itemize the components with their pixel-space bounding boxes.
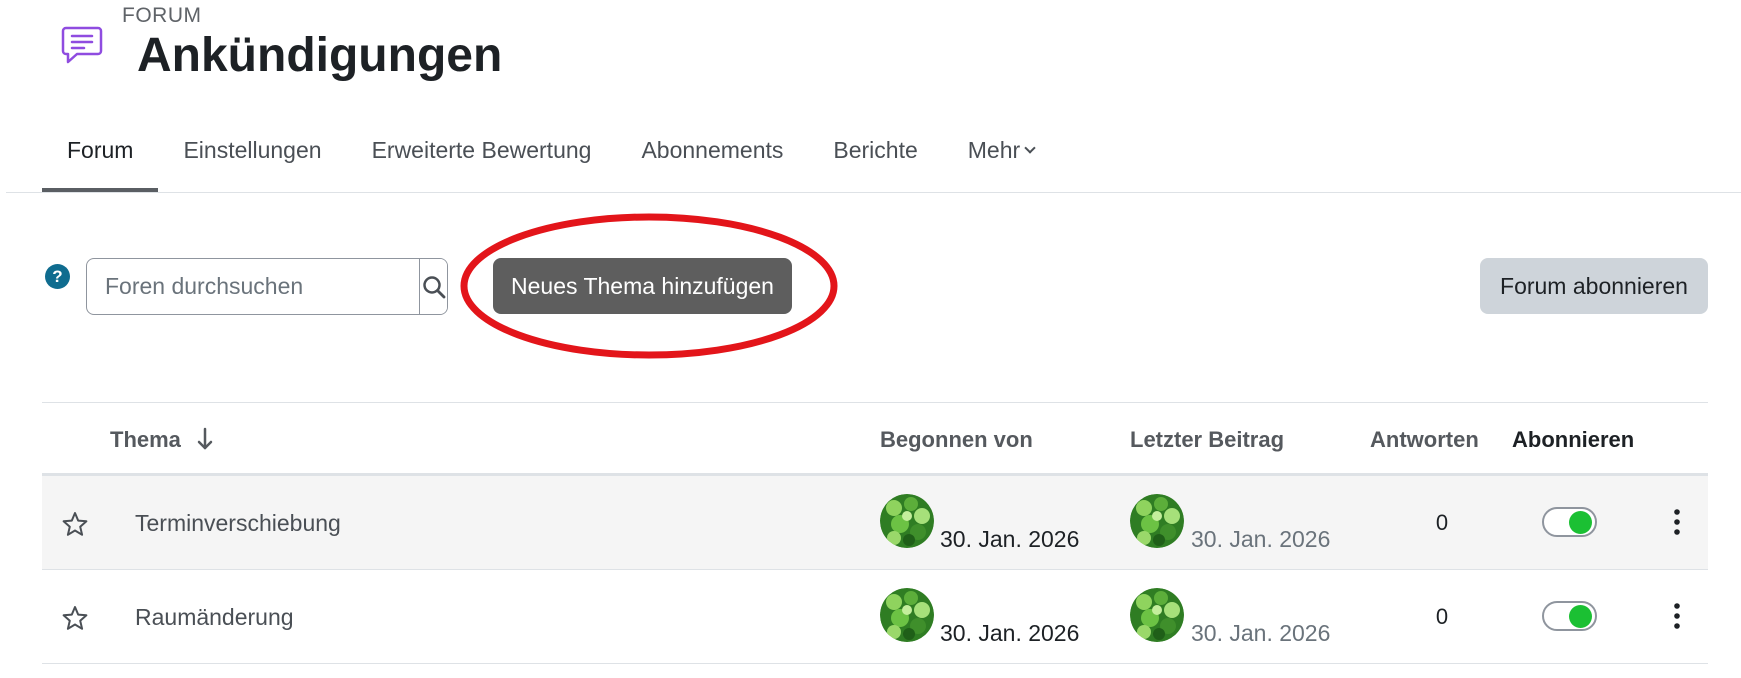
tab-label: Forum: [67, 136, 134, 163]
discussion-title-link[interactable]: Terminverschiebung: [135, 510, 341, 537]
avatar[interactable]: [1130, 494, 1184, 548]
add-new-topic-label: Neues Thema hinzufügen: [511, 272, 774, 299]
tab-erweiterte-bewertung[interactable]: Erweiterte Bewertung: [347, 108, 617, 192]
discussion-title-link[interactable]: Raumänderung: [135, 604, 294, 631]
replies-count[interactable]: 0: [1422, 510, 1462, 536]
replies-count[interactable]: 0: [1422, 604, 1462, 630]
tab-label: Abonnements: [641, 136, 784, 163]
activity-type-label: FORUM: [122, 4, 202, 27]
tab-forum[interactable]: Forum: [42, 108, 159, 192]
subscribe-toggle[interactable]: [1542, 601, 1597, 631]
star-icon[interactable]: [62, 511, 88, 537]
tab-label: Einstellungen: [183, 136, 322, 163]
toggle-knob: [1569, 511, 1592, 534]
started-date: 30. Jan. 2026: [940, 526, 1080, 552]
tab-mehr[interactable]: Mehr: [943, 108, 1059, 192]
search-icon: [422, 275, 445, 298]
kebab-menu-icon[interactable]: [1667, 600, 1687, 632]
last-post-date-link[interactable]: 30. Jan. 2026: [1191, 620, 1330, 647]
started-date: 30. Jan. 2026: [940, 620, 1080, 646]
subscribe-forum-label: Forum abonnieren: [1500, 272, 1688, 299]
search-input[interactable]: [87, 259, 419, 314]
tab-label: Berichte: [833, 136, 918, 163]
tab-berichte[interactable]: Berichte: [808, 108, 942, 192]
search-button[interactable]: [419, 259, 447, 314]
column-header-started-by[interactable]: Begonnen von: [880, 427, 1033, 453]
secondary-navigation: Forum Einstellungen Erweiterte Bewertung…: [42, 108, 1059, 194]
forum-page: FORUM Ankündigungen Forum Einstellungen …: [0, 0, 1741, 678]
column-header-last-post[interactable]: Letzter Beitrag: [1130, 427, 1284, 453]
subscribe-forum-button[interactable]: Forum abonnieren: [1480, 258, 1708, 314]
arrow-down-icon: [197, 427, 213, 450]
avatar[interactable]: [880, 588, 934, 642]
table-header: Thema Begonnen von Letzter Beitrag Antwo…: [42, 402, 1708, 476]
subscribe-toggle[interactable]: [1542, 507, 1597, 537]
add-new-topic-button[interactable]: Neues Thema hinzufügen: [493, 258, 792, 314]
last-post-date-link[interactable]: 30. Jan. 2026: [1191, 526, 1330, 553]
table-row: Raumänderung 30. Jan. 2026 30. Jan. 2026…: [42, 570, 1708, 664]
kebab-menu-icon[interactable]: [1667, 506, 1687, 538]
star-icon[interactable]: [62, 605, 88, 631]
forum-search: [86, 258, 448, 315]
discussion-list: Thema Begonnen von Letzter Beitrag Antwo…: [42, 402, 1708, 664]
forum-chat-icon: [61, 26, 103, 64]
column-header-replies[interactable]: Antworten: [1370, 427, 1479, 453]
table-row: Terminverschiebung 30. Jan. 2026 30. Jan…: [42, 476, 1708, 570]
help-glyph: ?: [52, 266, 63, 286]
tab-einstellungen[interactable]: Einstellungen: [158, 108, 346, 192]
tab-label: Erweiterte Bewertung: [371, 136, 592, 163]
tab-abonnements[interactable]: Abonnements: [616, 108, 808, 192]
tabs-divider: [6, 192, 1741, 193]
column-header-subscribe: Abonnieren: [1512, 427, 1635, 452]
question-icon[interactable]: ?: [45, 264, 70, 289]
tab-label: Mehr: [967, 136, 1021, 163]
column-header-topic[interactable]: Thema: [110, 427, 213, 453]
chevron-down-icon: [1024, 141, 1036, 154]
avatar[interactable]: [1130, 588, 1184, 642]
column-header-topic-label: Thema: [110, 427, 181, 452]
toggle-knob: [1569, 605, 1592, 628]
avatar[interactable]: [880, 494, 934, 548]
page-title: Ankündigungen: [137, 29, 503, 82]
